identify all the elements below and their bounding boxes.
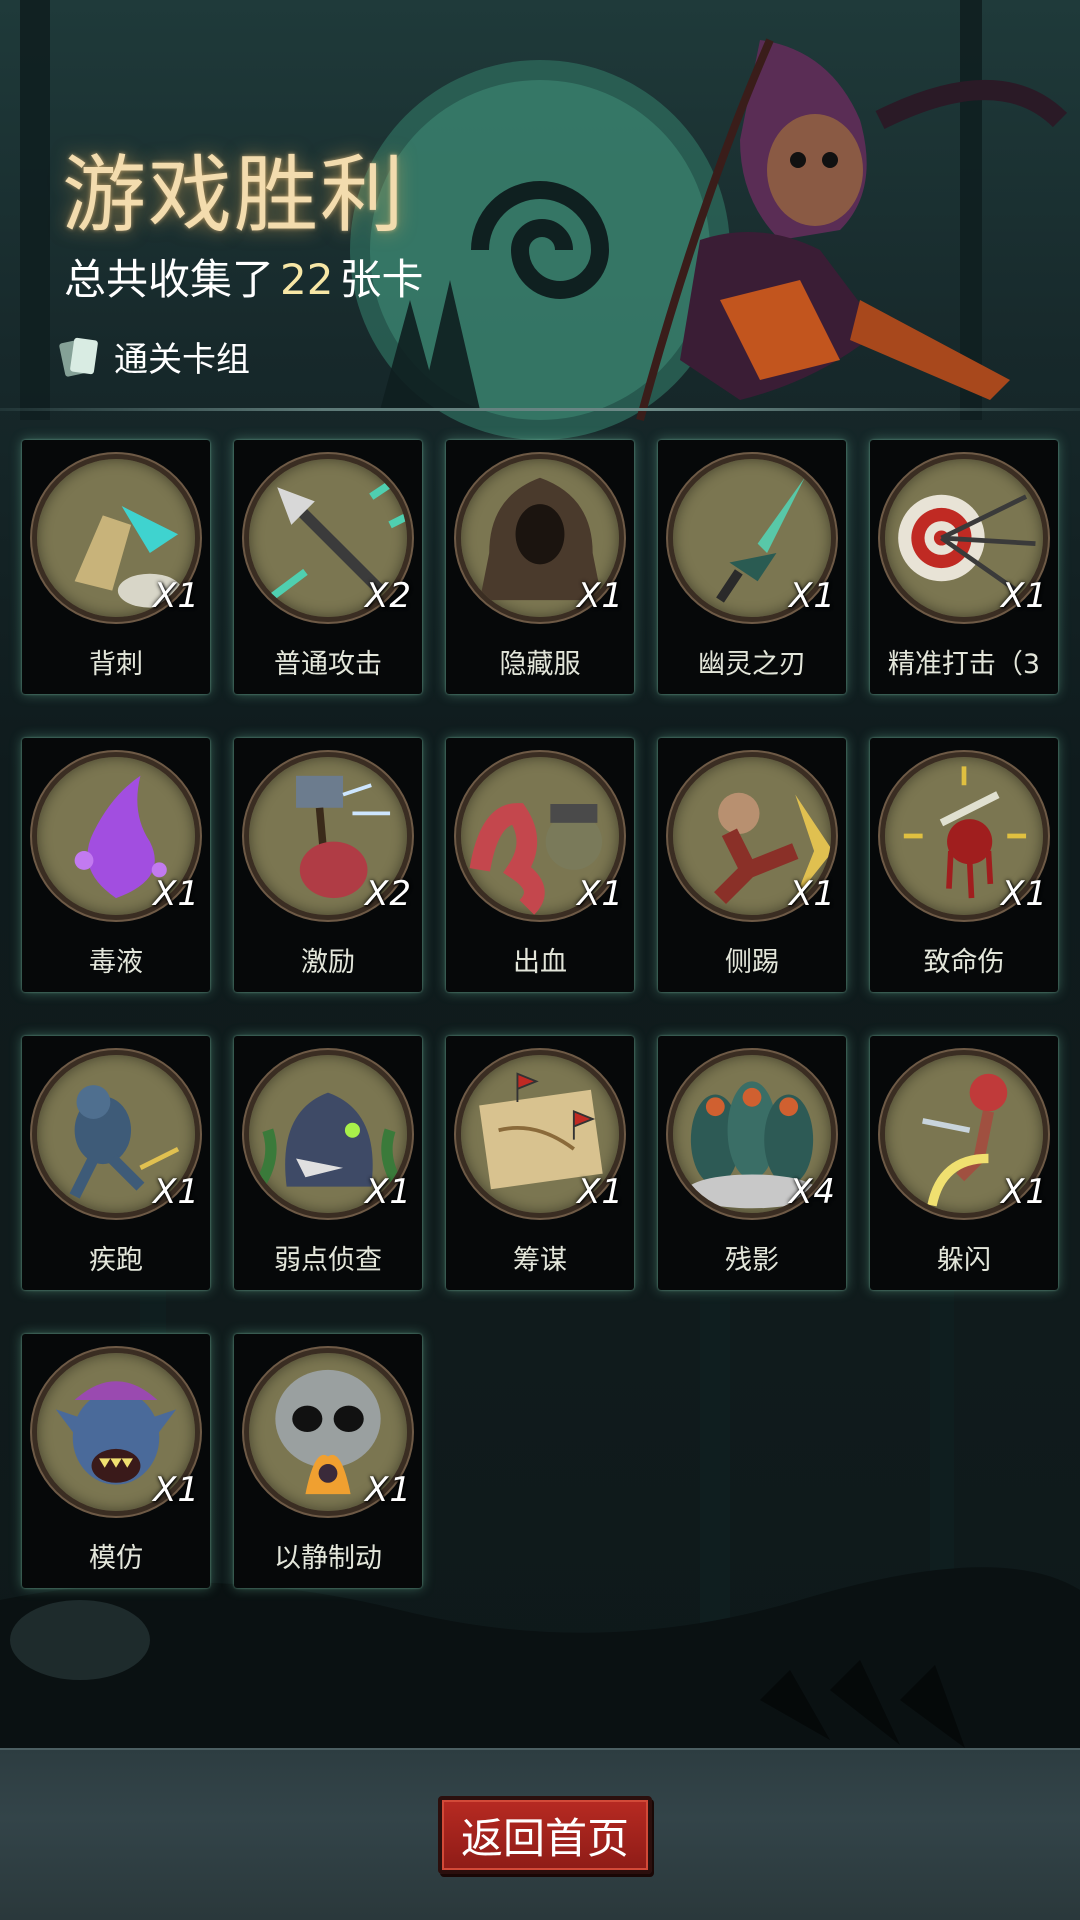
card-name: 残影 bbox=[725, 1245, 779, 1276]
card-name: 筹谋 bbox=[513, 1245, 567, 1276]
victory-title: 游戏胜利 bbox=[62, 146, 407, 244]
card-grid: X1 背刺 X2 普通攻击 X1 隐藏服 X1 幽灵之刃 X1 精准打击（3 X1 毒液 X2 激励 X1 出… bbox=[22, 440, 1058, 1588]
card-quantity: X2 bbox=[365, 874, 412, 914]
card-tile[interactable]: X1 以静制动 bbox=[234, 1334, 422, 1588]
card-name: 弱点侦查 bbox=[274, 1245, 382, 1276]
card-name: 背刺 bbox=[89, 649, 143, 680]
card-name: 隐藏服 bbox=[499, 649, 581, 680]
collected-count: 22 bbox=[280, 255, 334, 304]
card-tile[interactable]: X1 侧踢 bbox=[658, 738, 846, 992]
card-quantity: X1 bbox=[789, 576, 836, 616]
card-name: 疾跑 bbox=[89, 1245, 143, 1276]
card-quantity: X1 bbox=[1001, 1172, 1048, 1212]
summary-prefix: 总共收集了 bbox=[64, 255, 275, 304]
card-name: 模仿 bbox=[89, 1543, 143, 1574]
card-quantity: X1 bbox=[153, 1172, 200, 1212]
card-quantity: X1 bbox=[1001, 576, 1048, 616]
card-name: 侧踢 bbox=[725, 947, 779, 978]
card-tile[interactable]: X1 致命伤 bbox=[870, 738, 1058, 992]
card-quantity: X1 bbox=[365, 1172, 412, 1212]
card-tile[interactable]: X1 幽灵之刃 bbox=[658, 440, 846, 694]
card-name: 出血 bbox=[513, 947, 567, 978]
card-quantity: X4 bbox=[789, 1172, 836, 1212]
card-tile[interactable]: X1 隐藏服 bbox=[446, 440, 634, 694]
card-quantity: X1 bbox=[153, 1470, 200, 1510]
card-quantity: X1 bbox=[1001, 874, 1048, 914]
summary-suffix: 张卡 bbox=[339, 255, 424, 304]
card-quantity: X1 bbox=[789, 874, 836, 914]
card-tile[interactable]: X1 疾跑 bbox=[22, 1036, 210, 1290]
card-tile[interactable]: X1 筹谋 bbox=[446, 1036, 634, 1290]
deck-header: 通关卡组 bbox=[58, 332, 250, 381]
card-tile[interactable]: X1 毒液 bbox=[22, 738, 210, 992]
card-name: 致命伤 bbox=[923, 947, 1005, 978]
card-quantity: X1 bbox=[153, 874, 200, 914]
card-tile[interactable]: X1 背刺 bbox=[22, 440, 210, 694]
deck-label: 通关卡组 bbox=[114, 340, 250, 380]
card-name: 毒液 bbox=[89, 947, 143, 978]
cards-icon bbox=[58, 335, 100, 379]
card-name: 激励 bbox=[301, 947, 355, 978]
card-tile[interactable]: X1 出血 bbox=[446, 738, 634, 992]
card-quantity: X1 bbox=[365, 1470, 412, 1510]
card-tile[interactable]: X4 残影 bbox=[658, 1036, 846, 1290]
card-quantity: X1 bbox=[577, 1172, 624, 1212]
card-tile[interactable]: X1 精准打击（3 bbox=[870, 440, 1058, 694]
header-divider bbox=[0, 408, 1080, 411]
card-tile[interactable]: X1 模仿 bbox=[22, 1334, 210, 1588]
card-tile[interactable]: X2 普通攻击 bbox=[234, 440, 422, 694]
card-name: 以静制动 bbox=[274, 1543, 382, 1574]
card-tile[interactable]: X1 躲闪 bbox=[870, 1036, 1058, 1290]
card-quantity: X1 bbox=[153, 576, 200, 616]
card-quantity: X1 bbox=[577, 576, 624, 616]
card-name: 普通攻击 bbox=[274, 649, 382, 680]
victory-screen: 游戏胜利 总共收集了 22 张卡 通关卡组 X1 背刺 X2 普通攻击 X1 隐藏服 X1 幽灵之… bbox=[0, 0, 1080, 1920]
card-tile[interactable]: X1 弱点侦查 bbox=[234, 1036, 422, 1290]
card-name: 精准打击（3 bbox=[887, 649, 1041, 680]
card-tile[interactable]: X2 激励 bbox=[234, 738, 422, 992]
card-quantity: X2 bbox=[365, 576, 412, 616]
card-name: 幽灵之刃 bbox=[698, 649, 806, 680]
collected-summary: 总共收集了 22 张卡 bbox=[64, 246, 423, 307]
card-name: 躲闪 bbox=[937, 1245, 991, 1276]
return-home-button[interactable]: 返回首页 bbox=[438, 1796, 652, 1874]
card-quantity: X1 bbox=[577, 874, 624, 914]
